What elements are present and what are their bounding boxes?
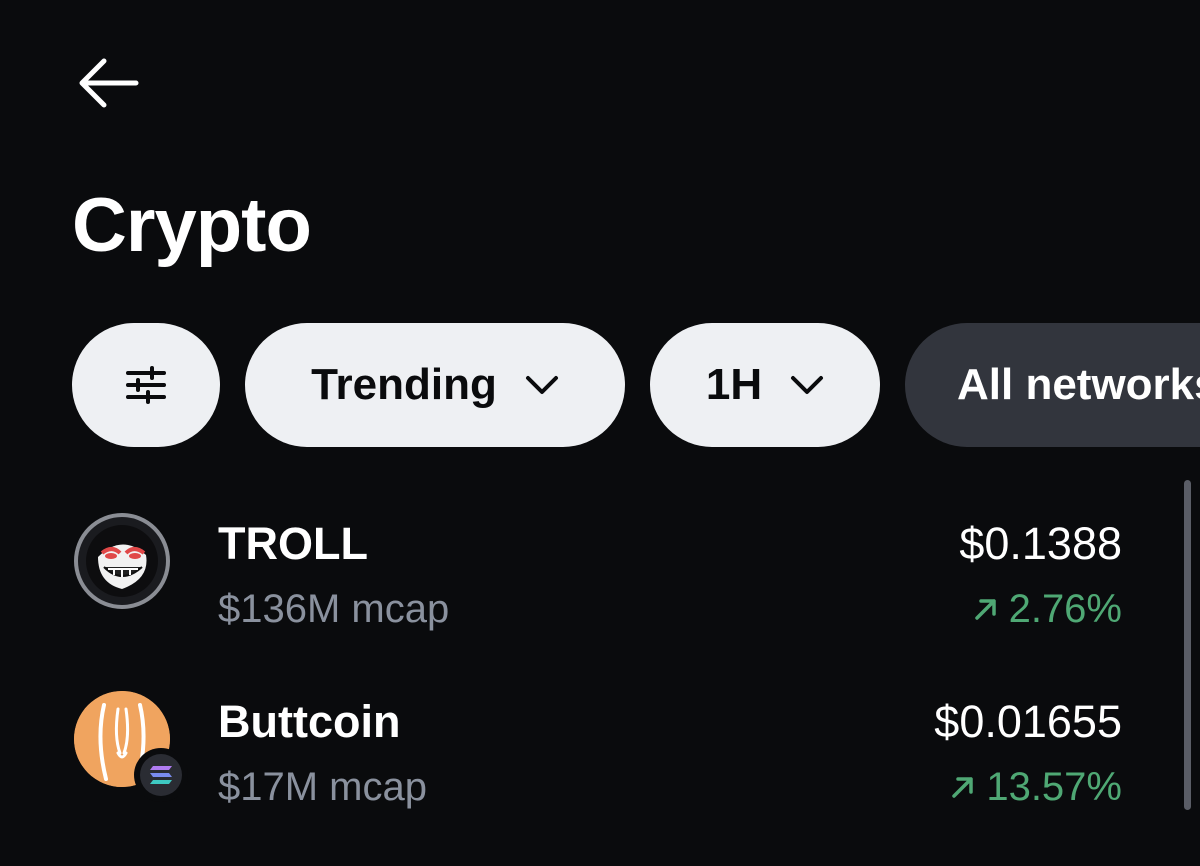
asset-mcap: $17M mcap	[218, 765, 427, 809]
asset-price: $0.01655	[934, 696, 1122, 747]
asset-name: TROLL	[218, 518, 368, 569]
sort-label: Trending	[311, 360, 497, 409]
scrollbar[interactable]	[1184, 480, 1191, 810]
filter-chips: Trending 1H All networks	[72, 323, 1200, 447]
asset-name: Buttcoin	[218, 696, 401, 747]
troll-face-icon	[74, 513, 170, 609]
crypto-screen: Crypto Trending 1H All networks TROLL $1…	[0, 0, 1200, 866]
price-change-value: 2.76%	[1008, 587, 1122, 631]
chevron-down-icon	[790, 374, 824, 396]
sliders-icon	[126, 366, 166, 404]
sort-dropdown[interactable]: Trending	[245, 323, 625, 447]
period-dropdown[interactable]: 1H	[650, 323, 880, 447]
price-change-value: 13.57%	[986, 765, 1122, 809]
price-change: 13.57%	[950, 763, 1122, 811]
asset-row-troll[interactable]: TROLL $136M mcap $0.1388 2.76%	[0, 490, 1160, 660]
arrow-up-right-icon	[974, 599, 996, 620]
solana-icon	[134, 748, 188, 802]
price-change: 2.76%	[973, 585, 1122, 633]
asset-row-buttcoin[interactable]: Buttcoin $17M mcap $0.01655 13.57%	[0, 668, 1160, 838]
asset-mcap: $136M mcap	[218, 587, 450, 631]
network-dropdown[interactable]: All networks	[905, 323, 1200, 447]
arrow-up-right-icon	[952, 777, 974, 798]
asset-price: $0.1388	[959, 518, 1122, 569]
filter-button[interactable]	[72, 323, 220, 447]
page-title: Crypto	[72, 183, 312, 268]
network-label: All networks	[957, 360, 1200, 409]
period-label: 1H	[705, 360, 763, 409]
arrow-left-icon	[79, 58, 139, 108]
chevron-down-icon	[525, 374, 559, 396]
back-button[interactable]	[74, 56, 142, 110]
